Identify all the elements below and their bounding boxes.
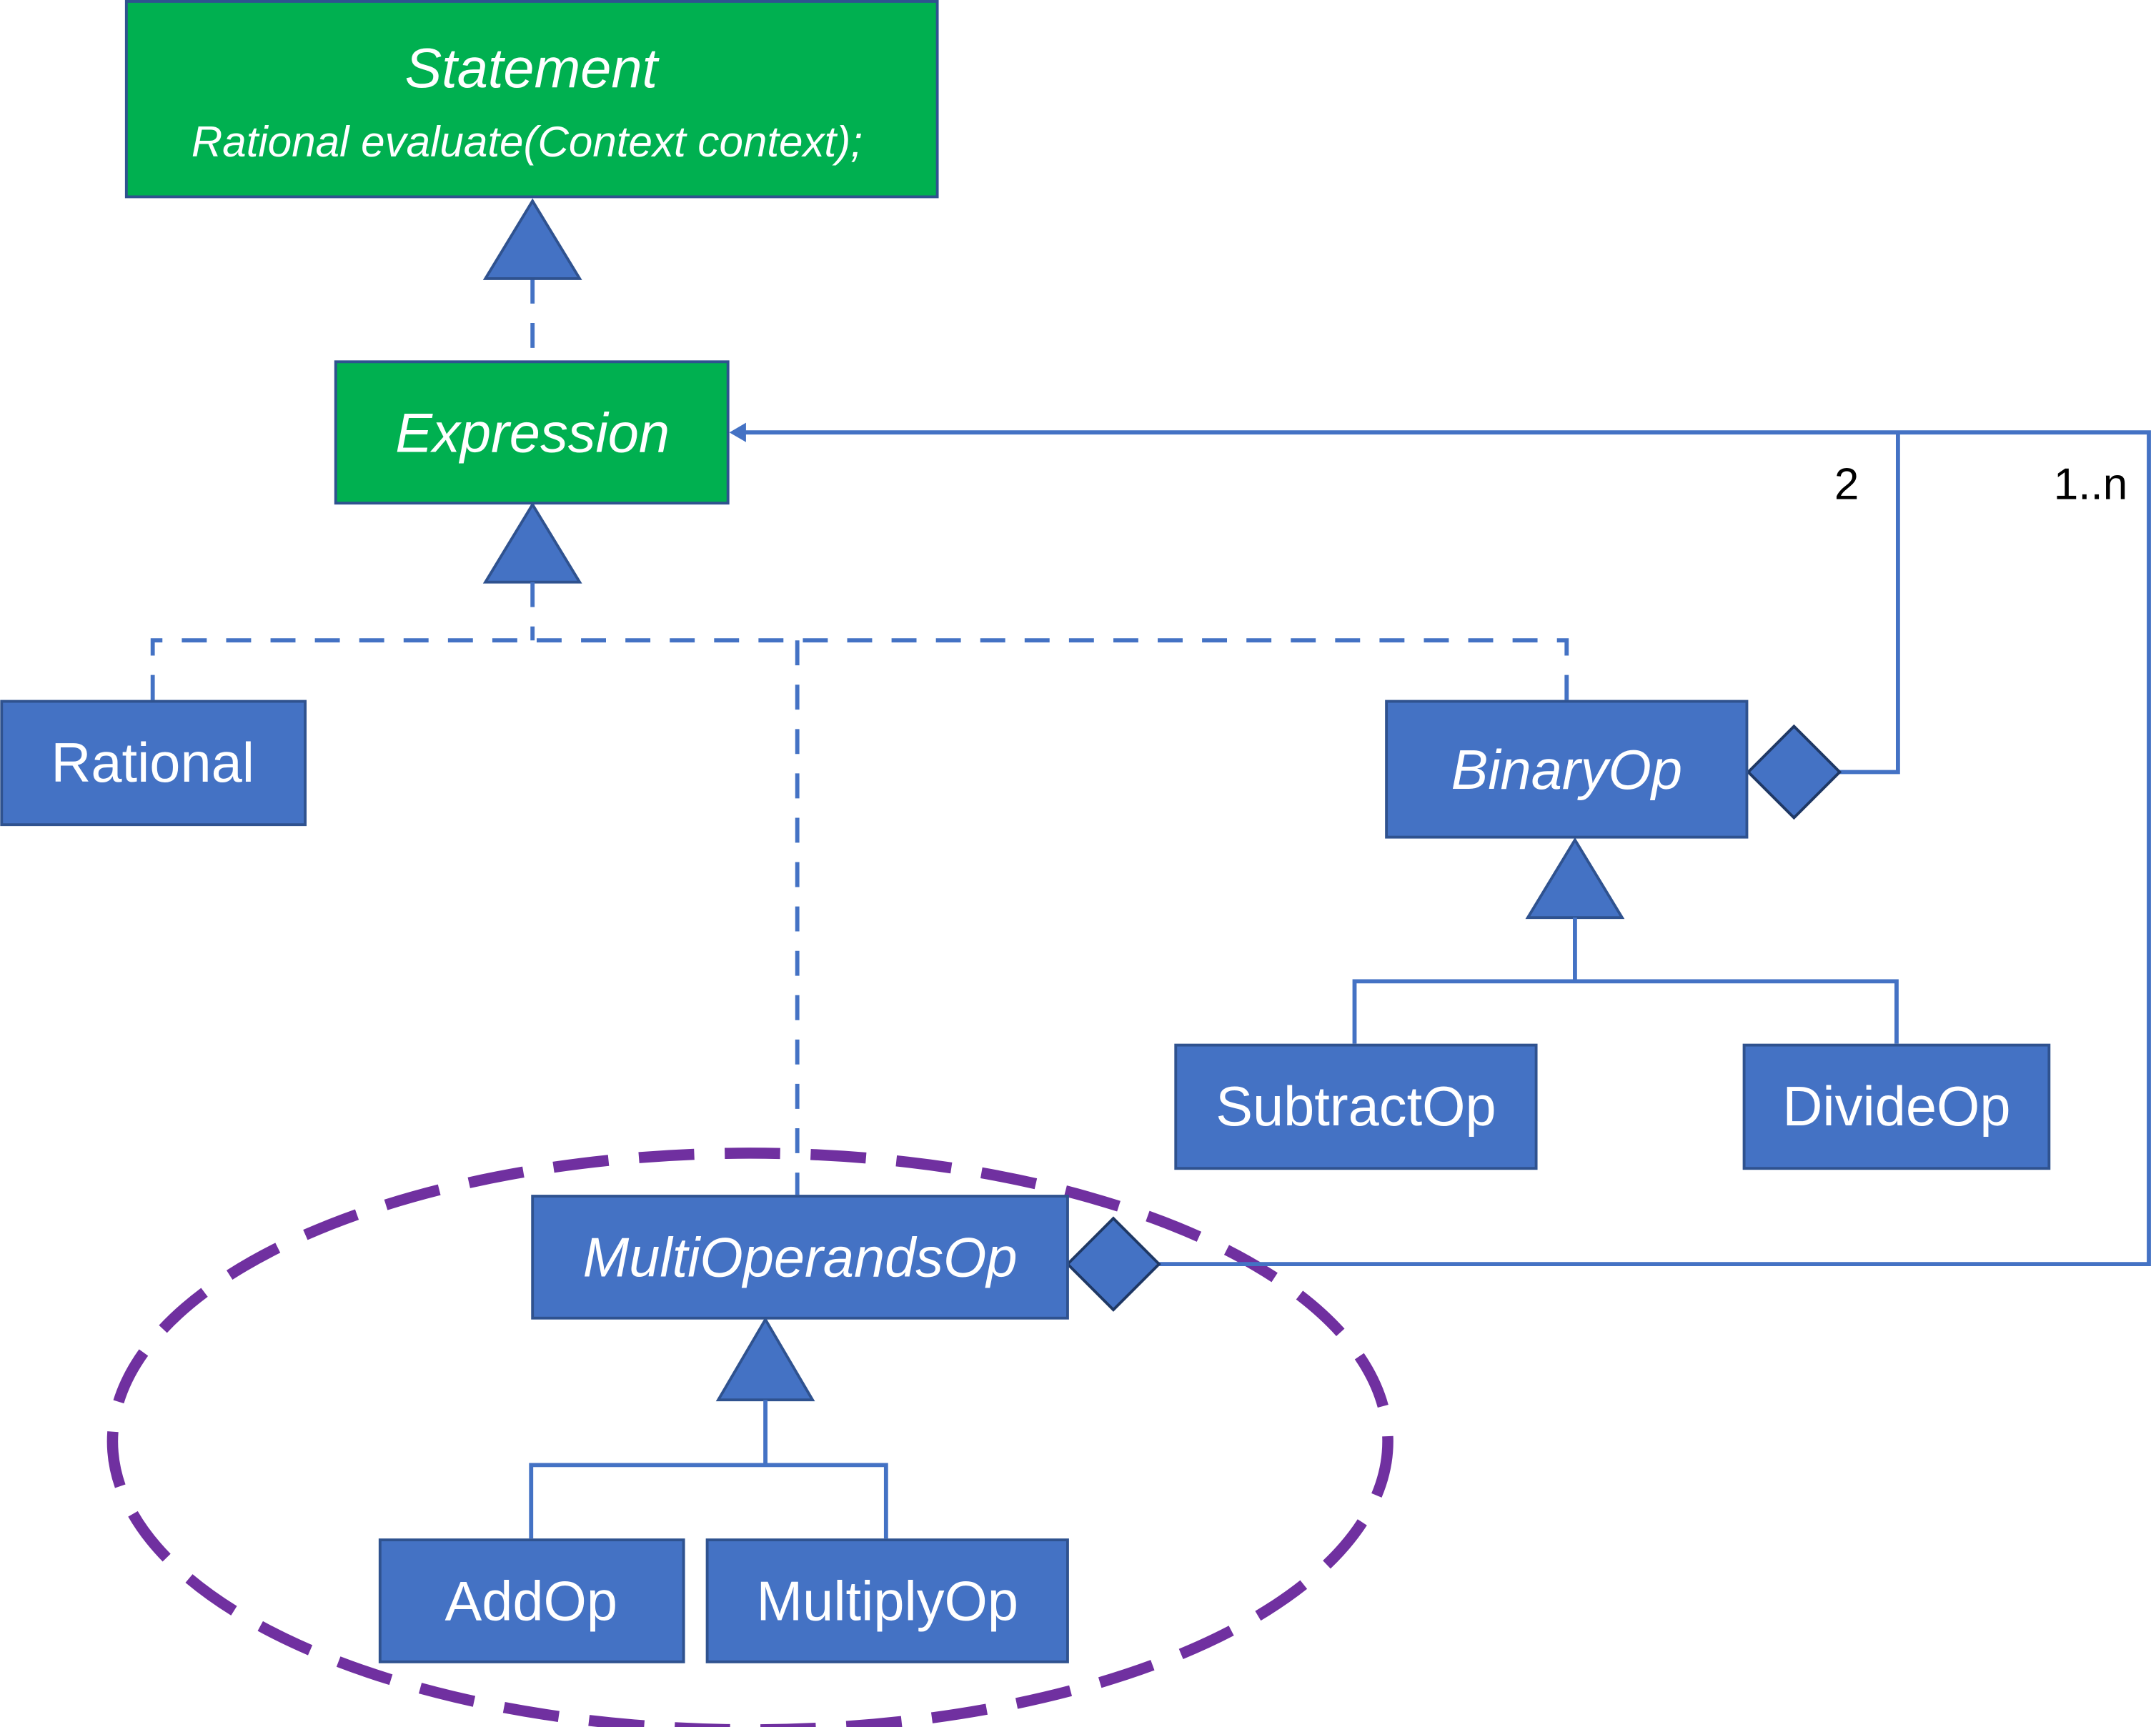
expression-name: Expression (395, 402, 670, 464)
class-addop[interactable]: AddOp (378, 1538, 685, 1663)
composition-diamond-binaryop (1746, 724, 1842, 820)
uml-class-diagram: 2 1..n Statement Rational evaluate(Conte… (0, 0, 2151, 1727)
association-arrowhead (729, 422, 746, 442)
realization-arrowhead-expression (482, 502, 582, 584)
class-statement[interactable]: Statement Rational evaluate(Context cont… (124, 0, 939, 199)
addop-name: AddOp (444, 1571, 617, 1633)
edge-binaryop-children (1352, 917, 1899, 1044)
edge-multiop-children (529, 1400, 888, 1539)
statement-method: Rational evaluate(Context context); (192, 118, 863, 166)
class-subtractop[interactable]: SubtractOp (1174, 1043, 1538, 1170)
statement-name: Statement (404, 38, 660, 99)
realization-arrowhead-statement (482, 198, 582, 280)
generalization-arrowhead-binaryop (1525, 837, 1625, 920)
multiplicity-multi: 1..n (2054, 459, 2128, 509)
rational-name: Rational (51, 732, 254, 794)
multioperandsop-name: MultiOperandsOp (583, 1228, 1018, 1289)
multiplyop-name: MultiplyOp (757, 1571, 1018, 1633)
class-expression[interactable]: Expression (334, 360, 730, 505)
class-rational[interactable]: Rational (0, 700, 307, 827)
binaryop-name: BinaryOp (1451, 740, 1682, 801)
subtractop-name: SubtractOp (1216, 1076, 1496, 1138)
composition-diamond-multiop (1065, 1216, 1161, 1312)
class-multioperandsop[interactable]: MultiOperandsOp (531, 1195, 1069, 1320)
generalization-arrowhead-multiop (715, 1316, 815, 1402)
class-multiplyop[interactable]: MultiplyOp (705, 1538, 1069, 1663)
class-binaryop[interactable]: BinaryOp (1385, 700, 1749, 839)
multiplicity-binary: 2 (1834, 459, 1859, 509)
class-divideop[interactable]: DivideOp (1742, 1043, 2051, 1170)
divideop-name: DivideOp (1782, 1076, 2010, 1138)
